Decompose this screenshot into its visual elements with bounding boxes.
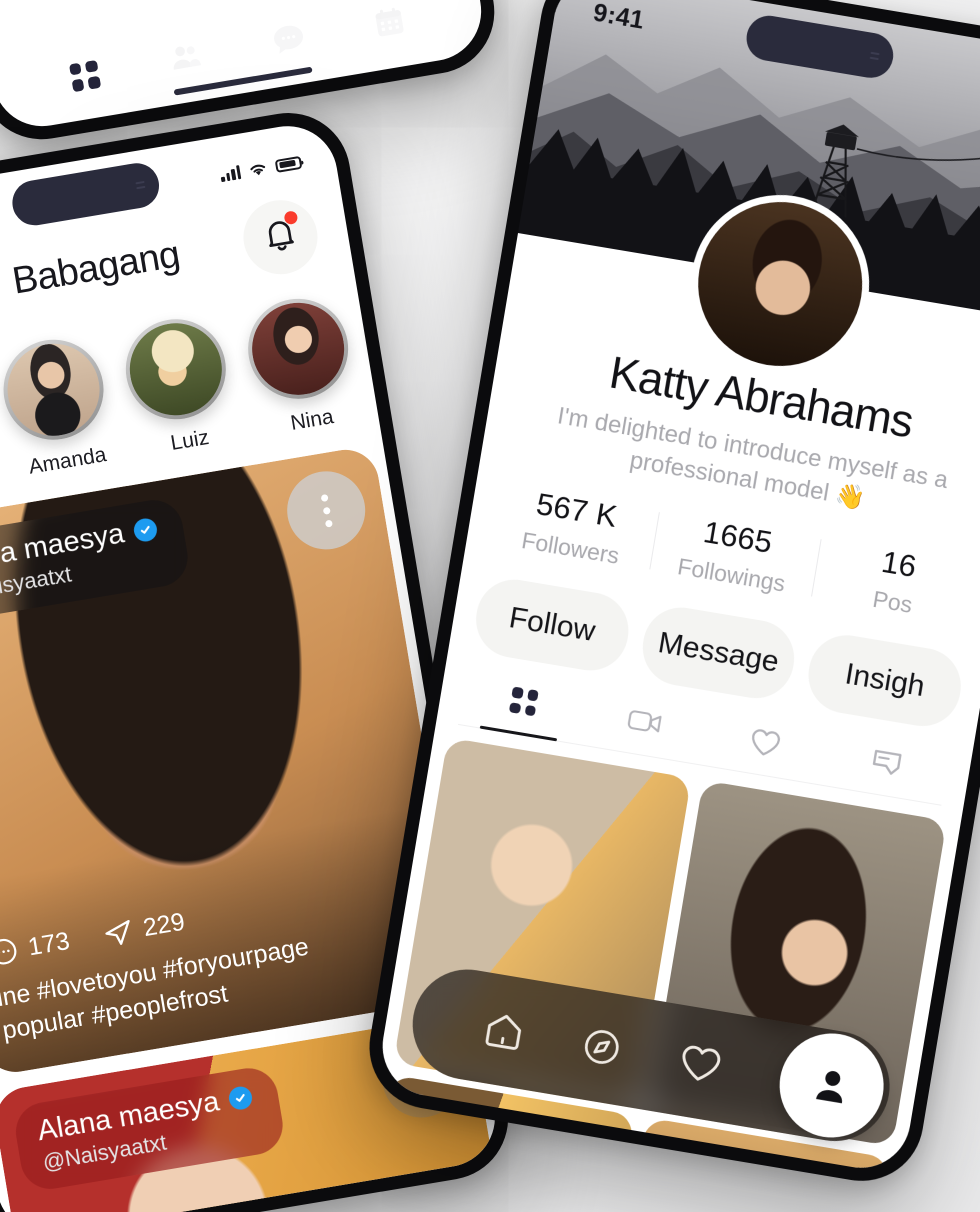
grid-icon — [68, 59, 101, 92]
stat-posts[interactable]: 16 Pos — [810, 534, 980, 630]
verified-badge-icon — [227, 1084, 254, 1112]
tab-events[interactable] — [372, 5, 407, 44]
page-title: Babagang — [9, 232, 183, 303]
verified-badge-icon — [131, 516, 159, 544]
post-shares[interactable]: 229 — [100, 907, 187, 950]
home-icon — [485, 1014, 521, 1050]
story-name: Nina — [288, 405, 336, 435]
heart-icon — [682, 1045, 720, 1081]
tab-home[interactable] — [68, 59, 101, 92]
status-time: 9:41 — [591, 0, 647, 35]
story-ring — [240, 291, 356, 407]
profile-avatar-icon — [816, 1071, 843, 1104]
message-button[interactable]: Message — [636, 602, 801, 705]
grid-icon — [509, 686, 539, 717]
nav-explore[interactable] — [550, 1018, 655, 1076]
comment-icon — [0, 938, 17, 965]
story-name: Amanda — [27, 443, 108, 479]
post-comments-count: 173 — [25, 926, 72, 961]
screenshot-canvas: 9:41 — [0, 0, 980, 1212]
tab-messages[interactable] — [270, 22, 307, 62]
nav-home[interactable] — [451, 1001, 556, 1061]
bottom-tab-bar — [0, 0, 489, 134]
story-avatar — [0, 336, 107, 443]
island-dots — [869, 51, 880, 61]
tab-friends[interactable] — [166, 40, 205, 78]
compass-icon — [585, 1030, 619, 1064]
stat-followings[interactable]: 1665 Followings — [649, 507, 822, 603]
bell-wrap — [258, 209, 303, 262]
wifi-icon — [250, 164, 266, 176]
people-icon — [173, 46, 202, 70]
story-avatar — [245, 295, 352, 402]
chat-bubble-icon — [273, 25, 303, 54]
notifications-button[interactable] — [237, 194, 324, 280]
story-ring — [118, 311, 234, 427]
story-avatar — [122, 316, 229, 423]
battery-icon — [274, 155, 303, 173]
tagged-icon — [872, 750, 902, 776]
share-icon — [105, 919, 130, 945]
stat-followers[interactable]: 567 K Followers — [488, 480, 661, 576]
video-camera-icon — [627, 710, 662, 733]
story-item-nina[interactable]: Nina — [240, 291, 366, 441]
story-item-izaa[interactable]: Izaa — [362, 270, 488, 420]
story-ring — [362, 270, 479, 386]
story-item-amanda[interactable]: Amanda — [0, 332, 121, 482]
cellular-signal-icon — [219, 165, 242, 183]
story-item-luiz[interactable]: Luiz — [118, 311, 243, 461]
story-name: Izaa — [412, 384, 456, 415]
story-avatar — [367, 275, 474, 382]
phone-profile: 9:41 Katty Abrahams I'm delighted to int… — [360, 0, 980, 1191]
calendar-icon — [375, 7, 404, 37]
post-comments[interactable]: 173 — [0, 926, 72, 968]
phone-profile-screen: 9:41 Katty Abrahams I'm delighted to int… — [375, 0, 980, 1176]
heart-icon — [752, 729, 781, 756]
insights-button[interactable]: Insigh — [803, 629, 967, 733]
story-name: Luiz — [168, 425, 211, 455]
follow-button[interactable]: Follow — [470, 574, 634, 677]
island-dots — [135, 180, 146, 190]
phone-top-screen — [0, 0, 489, 134]
nav-activity[interactable] — [648, 1035, 753, 1093]
post-shares-count: 229 — [140, 907, 187, 942]
story-ring — [0, 332, 112, 448]
status-indicators — [219, 154, 303, 183]
